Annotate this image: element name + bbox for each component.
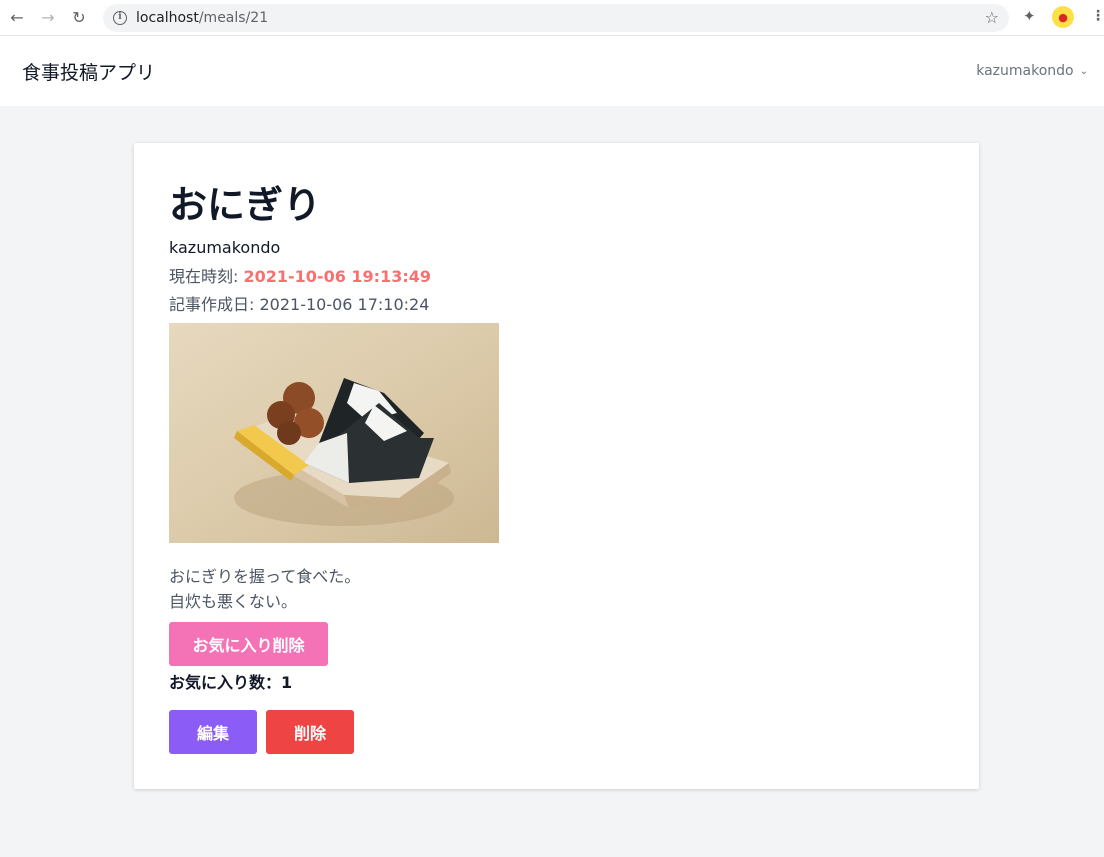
favorite-count-label: お気に入り数： xyxy=(169,673,282,692)
created-at-row: 記事作成日: 2021-10-06 17:10:24 xyxy=(169,291,429,315)
meal-author: kazumakondo xyxy=(169,238,281,257)
meal-body-line: 自炊も悪くない。 xyxy=(169,592,298,611)
url-path: /meals/21 xyxy=(198,10,269,26)
edit-button[interactable]: 編集 xyxy=(169,710,257,754)
delete-button[interactable]: 削除 xyxy=(266,710,354,754)
meal-body: おにぎりを握って食べた。 自炊も悪くない。 xyxy=(169,564,360,614)
created-at-label: 記事作成日: xyxy=(169,295,260,314)
address-bar[interactable]: i localhost/meals/21 ☆ xyxy=(103,4,1009,32)
info-icon[interactable]: i xyxy=(113,11,127,25)
puzzle-icon[interactable]: ✦ xyxy=(1023,7,1036,25)
kebab-menu-icon[interactable]: ⋮ xyxy=(1091,8,1104,24)
star-icon[interactable]: ☆ xyxy=(985,8,999,27)
current-time-label: 現在時刻: xyxy=(169,267,244,286)
chevron-down-icon: ⌄ xyxy=(1079,65,1088,77)
user-name: kazumakondo xyxy=(976,63,1074,79)
browser-toolbar: ← → ↻ i localhost/meals/21 ☆ ✦ ● ⋮ xyxy=(0,0,1104,36)
meal-title: おにぎり xyxy=(169,183,322,227)
forward-arrow-icon[interactable]: → xyxy=(34,4,62,32)
current-time-value: 2021-10-06 19:13:49 xyxy=(243,267,431,286)
app-header: 食事投稿アプリ kazumakondo ⌄ xyxy=(0,36,1104,106)
created-at-value: 2021-10-06 17:10:24 xyxy=(259,295,430,314)
meal-photo xyxy=(169,323,499,543)
favorite-count: お気に入り数：1 xyxy=(169,669,292,693)
app-title[interactable]: 食事投稿アプリ xyxy=(22,58,155,85)
meal-body-line: おにぎりを握って食べた。 xyxy=(169,567,361,586)
current-time-row: 現在時刻: 2021-10-06 19:13:49 xyxy=(169,263,431,287)
reload-icon[interactable]: ↻ xyxy=(65,4,93,32)
url-host: localhost xyxy=(136,10,199,26)
back-arrow-icon[interactable]: ← xyxy=(3,4,31,32)
user-menu[interactable]: kazumakondo ⌄ xyxy=(976,63,1088,79)
profile-icon[interactable]: ● xyxy=(1052,6,1074,28)
favorite-count-value: 1 xyxy=(281,673,293,692)
remove-favorite-button[interactable]: お気に入り削除 xyxy=(169,622,328,666)
meal-card: おにぎり kazumakondo 現在時刻: 2021-10-06 19:13:… xyxy=(134,143,979,789)
